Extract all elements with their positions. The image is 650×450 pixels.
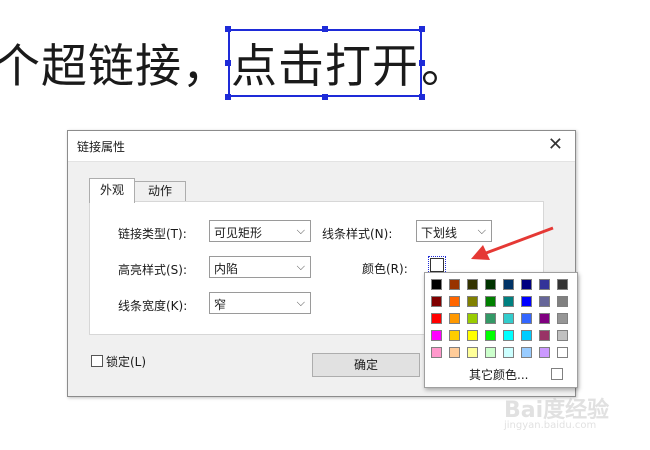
color-swatch[interactable] [467, 296, 478, 307]
color-swatch[interactable] [467, 279, 478, 290]
color-swatch[interactable] [431, 279, 442, 290]
color-swatch[interactable] [521, 313, 532, 324]
color-swatch[interactable] [557, 279, 568, 290]
color-swatch[interactable] [503, 347, 514, 358]
color-swatch[interactable] [557, 330, 568, 341]
color-swatch[interactable] [449, 296, 460, 307]
color-swatch[interactable] [485, 296, 496, 307]
color-swatch[interactable] [431, 296, 442, 307]
color-swatch[interactable] [485, 313, 496, 324]
color-swatch[interactable] [539, 296, 550, 307]
color-swatch[interactable] [485, 330, 496, 341]
color-swatch[interactable] [539, 347, 550, 358]
watermark-url: jingyan.baidu.com [504, 420, 597, 431]
color-palette-popup: 其它颜色... [424, 272, 578, 388]
color-swatch[interactable] [557, 296, 568, 307]
color-swatch[interactable] [521, 347, 532, 358]
other-colors-option[interactable]: 其它颜色... [469, 366, 528, 383]
color-swatch[interactable] [449, 347, 460, 358]
color-swatch[interactable] [521, 296, 532, 307]
color-swatch[interactable] [449, 330, 460, 341]
color-swatch[interactable] [539, 279, 550, 290]
color-swatch[interactable] [467, 313, 478, 324]
color-swatch[interactable] [521, 330, 532, 341]
color-swatch[interactable] [557, 313, 568, 324]
color-swatch[interactable] [449, 313, 460, 324]
color-swatch[interactable] [503, 313, 514, 324]
watermark: Bai度经验 jingyan.baidu.com [496, 390, 646, 440]
color-swatch[interactable] [485, 279, 496, 290]
color-swatch[interactable] [503, 330, 514, 341]
color-swatch[interactable] [431, 347, 442, 358]
color-swatch[interactable] [431, 330, 442, 341]
color-swatch[interactable] [557, 347, 568, 358]
color-swatch[interactable] [431, 313, 442, 324]
other-colors-swatch[interactable] [551, 368, 563, 380]
color-swatch[interactable] [521, 279, 532, 290]
color-swatch[interactable] [503, 296, 514, 307]
color-swatch[interactable] [539, 330, 550, 341]
color-swatch[interactable] [467, 330, 478, 341]
color-swatch[interactable] [539, 313, 550, 324]
color-swatch[interactable] [467, 347, 478, 358]
color-swatch[interactable] [503, 279, 514, 290]
color-swatch[interactable] [485, 347, 496, 358]
arrow-shaft [485, 226, 554, 255]
tab-appearance[interactable]: 外观 [89, 178, 135, 203]
color-swatch[interactable] [449, 279, 460, 290]
